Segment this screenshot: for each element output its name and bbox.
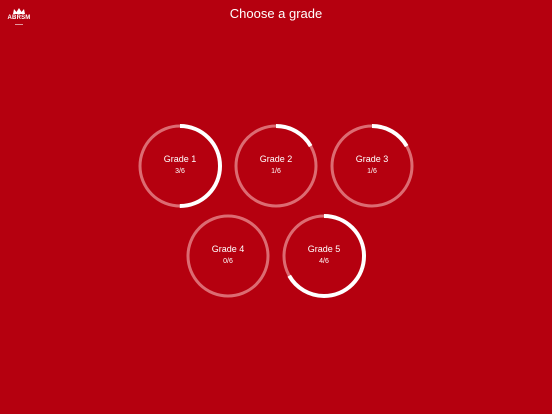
grade-4-ring-track	[186, 214, 270, 298]
grade-4-label: Grade 4	[211, 244, 245, 254]
grade-4-progress-ring	[186, 214, 270, 298]
grade-1-progress-ring	[138, 124, 222, 208]
grade-5-label: Grade 5	[307, 244, 341, 254]
grade-1-progress-text: 3/6	[175, 168, 185, 175]
grade-3-button[interactable]: Grade 3 1/6	[330, 124, 414, 208]
grade-5-progress-text: 4/6	[319, 258, 329, 265]
grade-1-button[interactable]: Grade 1 3/6	[138, 124, 222, 208]
grade-3-progress-ring	[330, 124, 414, 208]
grade-2-progress-ring	[234, 124, 318, 208]
page-title: Choose a grade	[229, 6, 323, 21]
grade-5-progress-ring	[282, 214, 366, 298]
grade-4-button[interactable]: Grade 4 0/6	[186, 214, 270, 298]
grade-4-progress-text: 0/6	[223, 258, 233, 265]
grade-2-label: Grade 2	[259, 154, 293, 164]
grade-5-button[interactable]: Grade 5 4/6	[282, 214, 366, 298]
logo-underline	[15, 24, 23, 25]
grade-2-button[interactable]: Grade 2 1/6	[234, 124, 318, 208]
grade-3-progress-text: 1/6	[367, 168, 377, 175]
grade-1-label: Grade 1	[163, 154, 197, 164]
grade-2-progress-text: 1/6	[271, 168, 281, 175]
grade-3-label: Grade 3	[355, 154, 389, 164]
